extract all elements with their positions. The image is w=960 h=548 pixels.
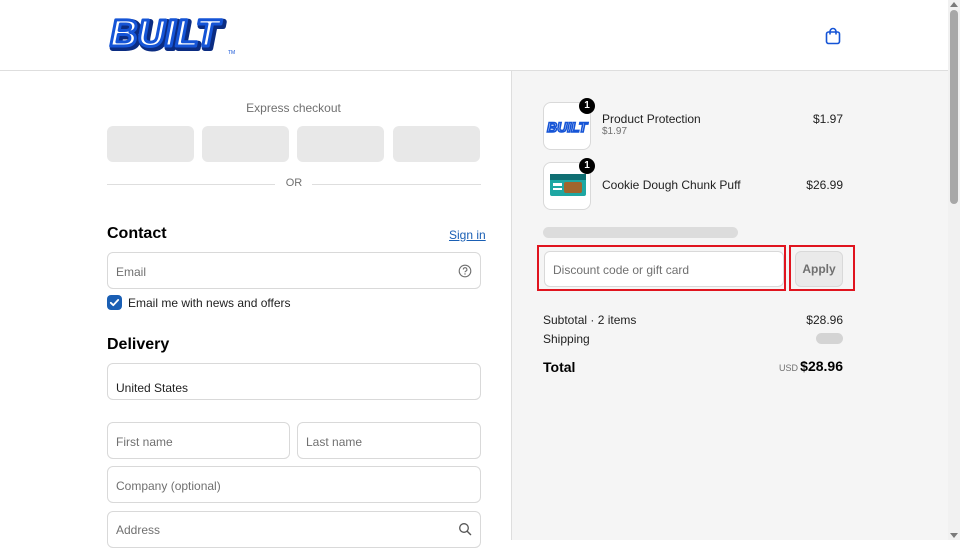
logo-text: BUILT [110,13,222,55]
express-pay-button-3[interactable] [297,126,384,162]
express-pay-button-1[interactable] [107,126,194,162]
or-divider: OR [107,177,481,191]
first-name-field[interactable]: First name [107,422,290,459]
checkout-form: Express checkout OR Contact Sign in Emai… [0,71,511,548]
item-variant: $1.97 [602,126,628,137]
delivery-heading: Delivery [107,336,170,353]
news-checkbox[interactable] [107,295,122,310]
scrollbar-thumb[interactable] [950,10,958,204]
last-name-field[interactable]: Last name [297,422,481,459]
address-placeholder: Address [116,523,161,537]
total-value: $28.96 [800,358,843,374]
company-field[interactable]: Company (optional) [107,466,481,503]
news-checkbox-label: Email me with news and offers [128,296,291,310]
or-label: OR [285,177,303,189]
express-pay-button-4[interactable] [393,126,480,162]
express-checkout-label: Express checkout [246,101,341,115]
subtotal-label: Subtotal · 2 items [543,313,637,327]
sign-in-link[interactable]: Sign in [449,228,486,242]
email-field[interactable]: Email [107,252,481,289]
first-name-placeholder: First name [116,435,173,449]
contact-heading: Contact [107,225,167,242]
item-name: Product Protection [602,112,701,126]
discount-code-input[interactable]: Discount code or gift card [544,251,784,287]
address-field[interactable]: Address [107,511,481,548]
subtotal-value: $28.96 [806,313,843,327]
express-pay-button-2[interactable] [202,126,289,162]
email-placeholder: Email [116,265,147,279]
scroll-up-arrow-icon[interactable] [950,2,958,7]
apply-button[interactable]: Apply [795,251,843,287]
last-name-placeholder: Last name [306,435,363,449]
quantity-badge: 1 [579,98,595,114]
scroll-down-arrow-icon[interactable] [950,533,958,538]
company-placeholder: Company (optional) [116,479,221,493]
search-icon [459,523,472,536]
order-summary: BUILT 1 Product Protection $1.97 $1.97 1… [511,71,949,540]
country-value: United States [116,381,189,395]
country-select[interactable]: United States [107,363,481,400]
page-scrollbar[interactable] [948,0,960,540]
checkmark-icon [109,299,120,307]
item-price: $1.97 [812,112,843,126]
site-header: BUILT BUILT TM [0,0,948,71]
total-currency: USD [779,363,799,373]
built-logo[interactable]: BUILT BUILT TM [108,12,242,56]
logo-tm: TM [228,50,235,56]
shopping-bag-icon[interactable] [824,27,842,45]
shipping-loading-pill [816,333,843,344]
quantity-badge: 1 [579,158,595,174]
item-name: Cookie Dough Chunk Puff [602,178,741,192]
help-icon[interactable] [458,264,472,278]
discount-placeholder: Discount code or gift card [553,263,690,277]
divider-line-right [312,184,481,185]
svg-text:BUILT: BUILT [547,119,589,135]
shipping-label: Shipping [543,332,590,346]
item-price: $26.99 [806,178,843,192]
total-label: Total [543,359,576,375]
loading-placeholder [543,227,738,238]
